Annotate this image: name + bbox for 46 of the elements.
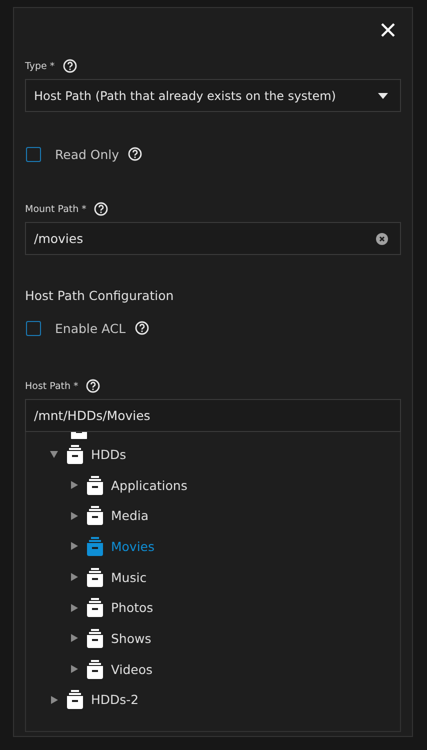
help-icon[interactable] (86, 379, 100, 393)
caret-right-icon[interactable] (70, 512, 78, 520)
clear-icon[interactable] (376, 232, 388, 244)
caret-right-icon[interactable] (50, 696, 58, 704)
help-icon[interactable] (134, 321, 149, 335)
caret-right-icon[interactable] (70, 665, 78, 674)
tree-item[interactable]: Videos (111, 662, 153, 677)
host-path-field[interactable]: /mnt/HDDs/Movies (25, 399, 401, 432)
close-icon (380, 22, 396, 38)
mount-path-field[interactable]: /movies (25, 222, 401, 255)
tree-item[interactable]: Photos (111, 600, 154, 616)
checkbox[interactable] (26, 146, 41, 162)
tree-item[interactable]: Shows (111, 630, 152, 646)
caret-right-icon[interactable] (70, 634, 78, 642)
drive-icon (66, 690, 84, 710)
tree-item[interactable]: HDDs (91, 446, 126, 462)
caret-down-icon[interactable] (50, 450, 58, 458)
tree-item[interactable]: Media (111, 508, 149, 524)
help-icon[interactable] (94, 202, 108, 216)
drive-icon (66, 444, 84, 464)
caret-right-icon[interactable] (70, 542, 78, 550)
tree-item[interactable]: Movies (111, 538, 155, 554)
tree-item[interactable]: HDDs-2 (91, 692, 139, 708)
type-select[interactable]: Host Path (Path that already exists on the system) (25, 79, 401, 112)
field-label: Host Path * (25, 380, 78, 392)
drive-icon (86, 506, 104, 526)
section-title: Host Path Configuration (25, 288, 175, 303)
checkbox[interactable] (26, 320, 41, 336)
caret-right-icon[interactable] (70, 481, 78, 490)
field-label: Mount Path * (25, 204, 86, 214)
field-label: Type * (25, 60, 55, 72)
caret-right-icon[interactable] (70, 573, 78, 582)
help-icon[interactable] (128, 147, 142, 161)
tree-item[interactable]: Applications (111, 478, 188, 493)
help-icon[interactable] (62, 59, 77, 73)
drive-icon (86, 568, 104, 587)
checkbox-label: Read Only (55, 146, 120, 162)
tree-item[interactable]: Music (111, 570, 147, 585)
drive-icon (86, 598, 104, 618)
drive-icon (86, 628, 104, 648)
caret-right-icon[interactable] (70, 604, 78, 612)
drive-icon (86, 476, 104, 495)
dropdown-icon (378, 92, 388, 98)
drive-icon (86, 536, 104, 556)
drive-icon (86, 660, 104, 679)
checkbox-label: Enable ACL (55, 320, 126, 336)
